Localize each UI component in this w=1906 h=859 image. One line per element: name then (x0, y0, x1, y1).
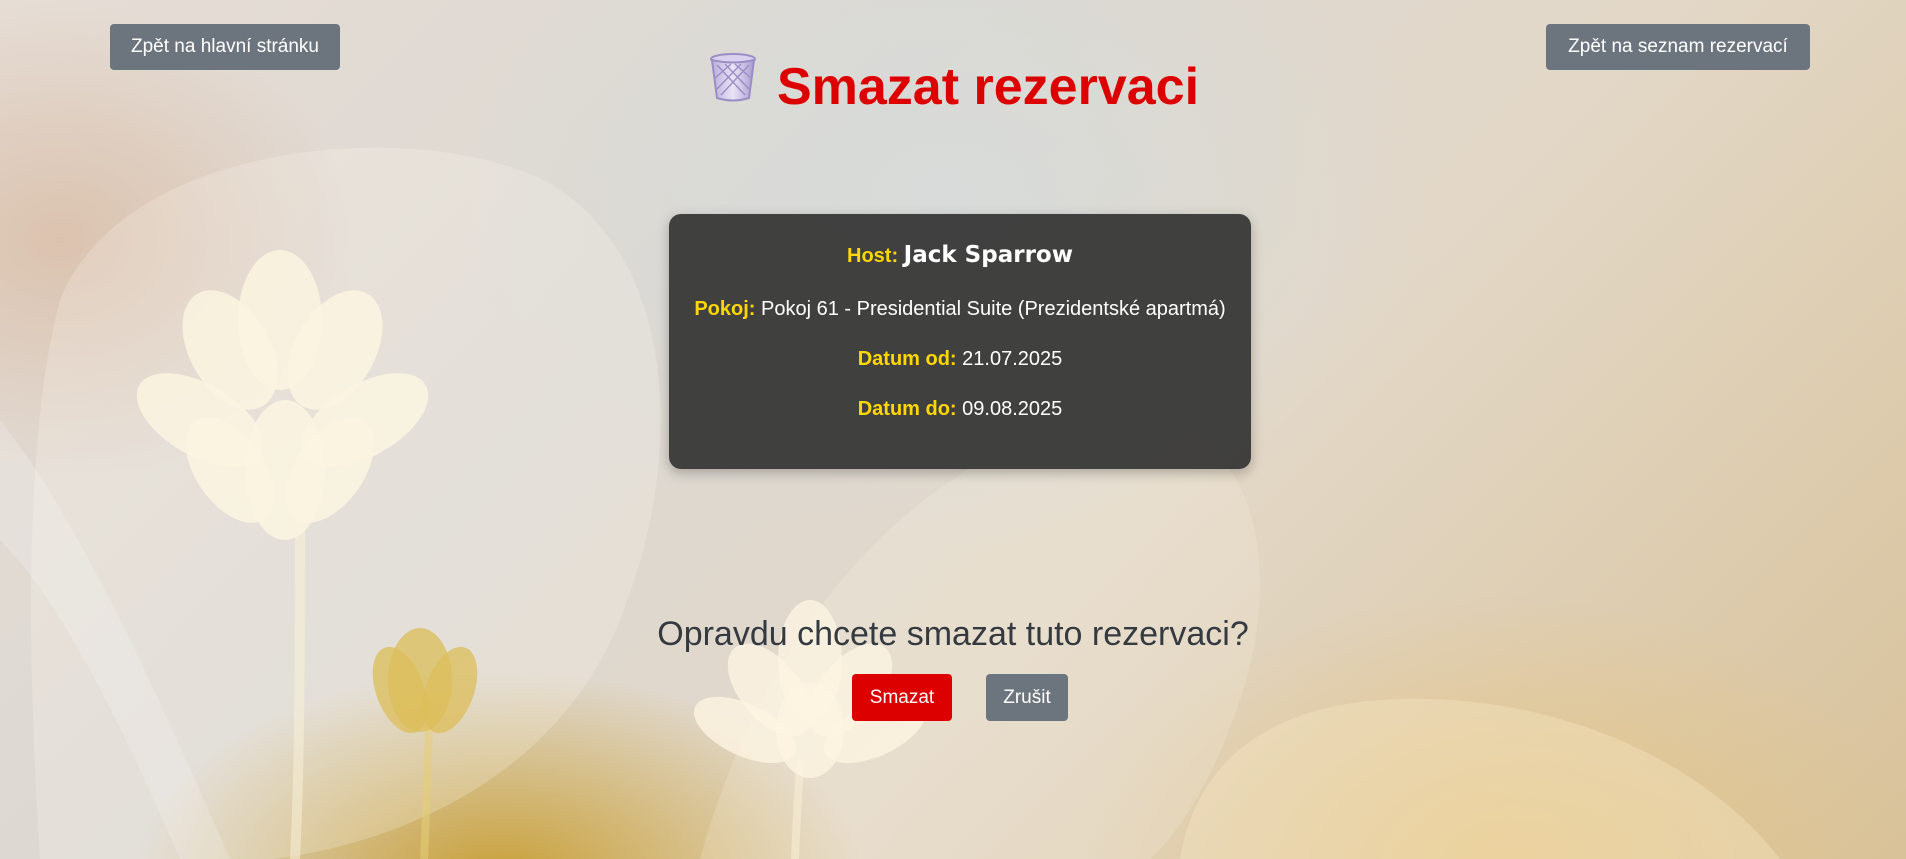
cancel-button[interactable]: Zrušit (986, 674, 1068, 721)
reservation-details-card: Host: Jack Sparrow Pokoj: Pokoj 61 - Pre… (669, 214, 1251, 469)
date-to-label: Datum do: (857, 398, 957, 420)
room-label: Pokoj: (694, 298, 756, 320)
date-to-value: 09.08.2025 (962, 398, 1063, 420)
delete-button[interactable]: Smazat (852, 674, 952, 721)
date-from-value: 21.07.2025 (962, 348, 1063, 370)
date-from-row: Datum od: 21.07.2025 (669, 348, 1251, 371)
host-row: Host: Jack Sparrow (669, 242, 1251, 268)
room-value: Pokoj 61 - Presidential Suite (Prezident… (761, 298, 1226, 320)
wastebasket-icon (707, 51, 759, 121)
date-from-label: Datum od: (857, 348, 957, 370)
host-value: Jack Sparrow (903, 242, 1073, 268)
page-title: Smazat rezervaci (0, 52, 1906, 125)
confirm-question: Opravdu chcete smazat tuto rezervaci? (657, 615, 1249, 653)
page-title-text: Smazat rezervaci (776, 58, 1200, 116)
host-label: Host: (847, 245, 899, 267)
date-to-row: Datum do: 09.08.2025 (669, 398, 1251, 421)
room-row: Pokoj: Pokoj 61 - Presidential Suite (Pr… (669, 298, 1251, 321)
